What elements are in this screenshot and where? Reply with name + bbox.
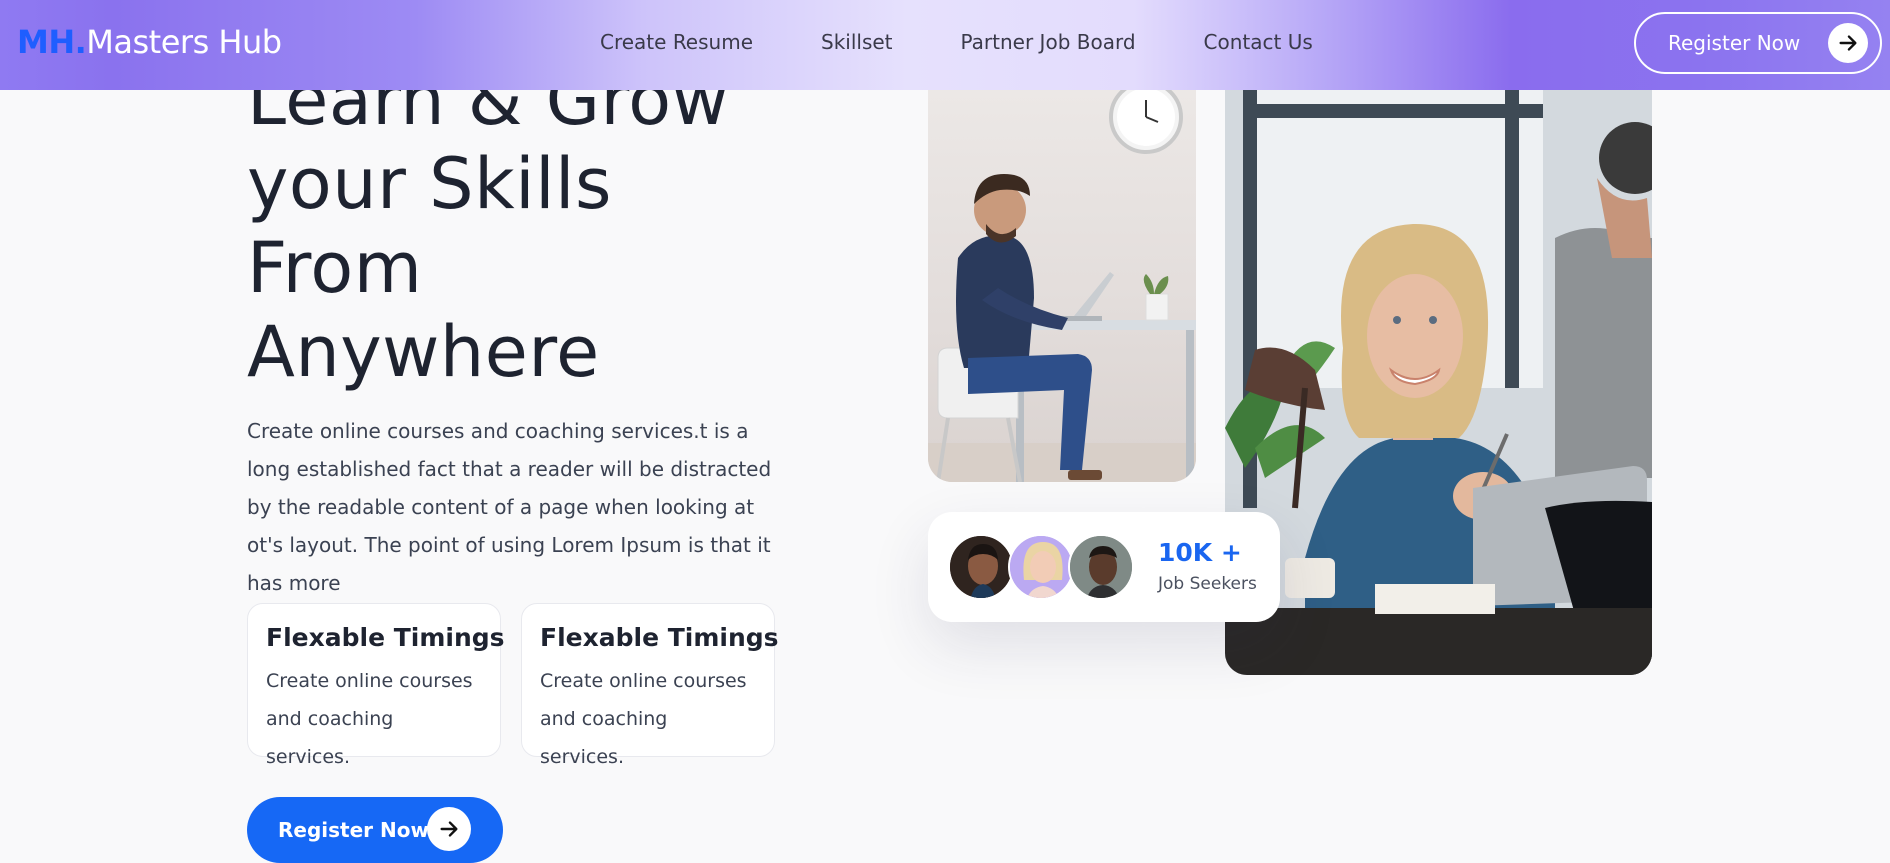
hero-register-button[interactable]: Register Now <box>247 797 503 863</box>
arrow-right-icon <box>427 807 471 851</box>
woman-at-laptop-photo <box>1225 88 1652 675</box>
feature-card: Flexable Timings Create online courses a… <box>247 603 505 768</box>
nav-link-contact-us[interactable]: Contact Us <box>1204 28 1313 56</box>
nav-link-create-resume[interactable]: Create Resume <box>600 28 753 56</box>
arrow-right-icon <box>1828 23 1868 63</box>
feature-text: Create online courses and coaching servi… <box>540 670 747 768</box>
hero-title-line: Anywhere <box>247 311 600 393</box>
hero-description: Create online courses and coaching servi… <box>247 419 772 595</box>
logo-name: Masters Hub <box>86 23 282 61</box>
hero-register-label: Register Now <box>278 818 429 842</box>
nav-link-partner-job-board[interactable]: Partner Job Board <box>961 28 1136 56</box>
hero-title-line: From <box>247 227 423 309</box>
hero-title-line: your Skills <box>247 143 612 225</box>
feature-text: Create online courses and coaching servi… <box>266 670 473 768</box>
logo-mark: MH. <box>17 23 87 61</box>
feature-title: Flexable Timings <box>540 623 779 652</box>
feature-card: Flexable Timings Create online courses a… <box>521 603 779 768</box>
nav-link-skillset[interactable]: Skillset <box>821 28 893 56</box>
stat-number: 10K + <box>1158 538 1242 567</box>
stat-label: Job Seekers <box>1158 574 1257 594</box>
header-register-button[interactable]: Register Now <box>1634 12 1882 74</box>
man-at-desk-photo <box>928 88 1196 482</box>
main-nav: Create Resume Skillset Partner Job Board… <box>600 28 1313 56</box>
job-seekers-stats-card: 10K + Job Seekers <box>928 512 1280 622</box>
hero-title: Learn & Grow your Skills From Anywhere <box>247 58 807 394</box>
header-register-label: Register Now <box>1668 31 1801 55</box>
feature-title: Flexable Timings <box>266 623 505 652</box>
site-header: MH.Masters Hub Create Resume Skillset Pa… <box>0 0 1890 90</box>
avatar <box>948 534 1014 600</box>
logo[interactable]: MH.Masters Hub <box>17 22 282 62</box>
avatar <box>1008 534 1074 600</box>
avatar <box>1068 534 1134 600</box>
